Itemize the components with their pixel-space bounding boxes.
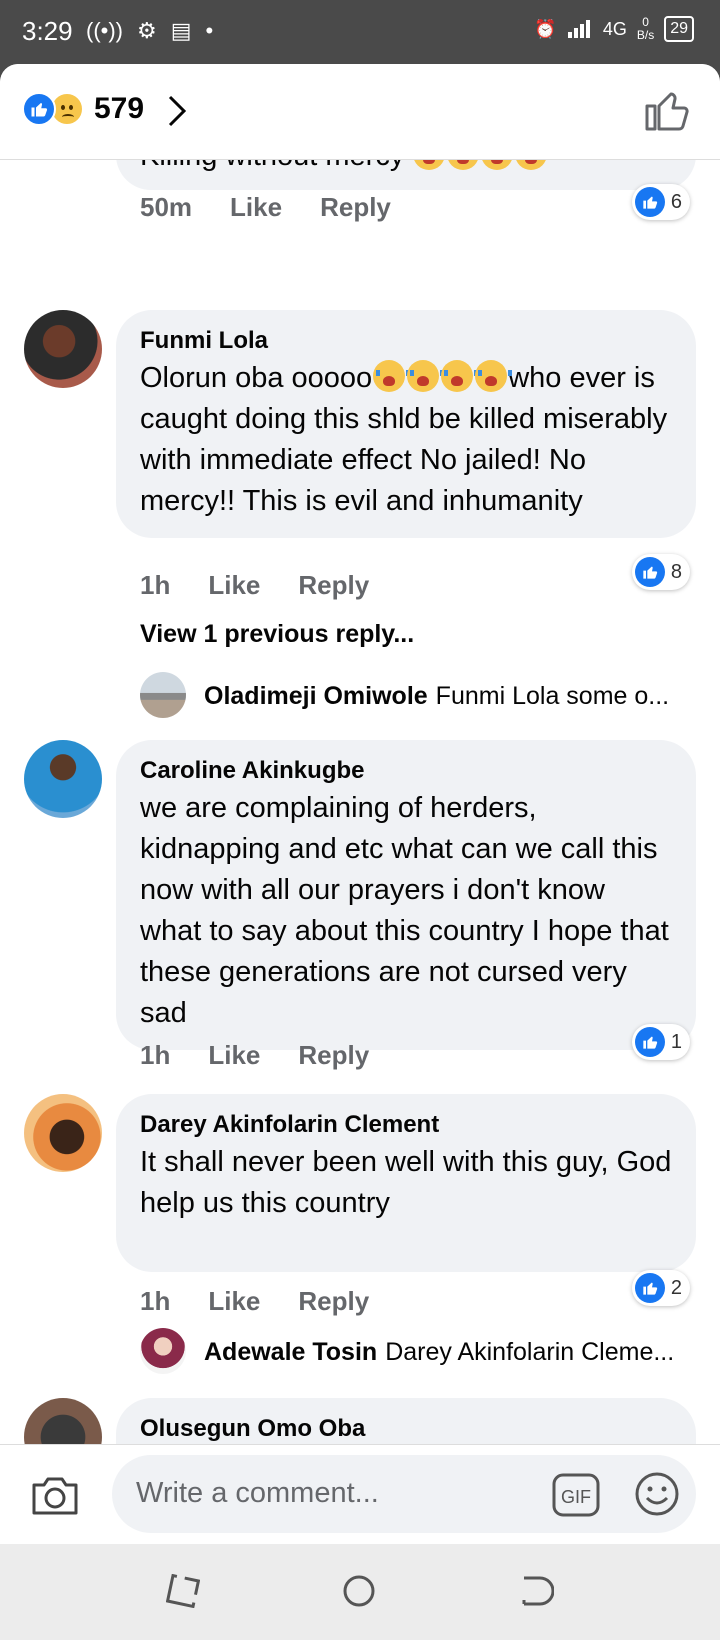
- comment-actions: 1h Like Reply: [140, 570, 369, 601]
- gif-icon[interactable]: GIF: [552, 1473, 600, 1517]
- avatar[interactable]: [24, 310, 102, 388]
- crying-emoji-icon: [413, 160, 446, 170]
- comments-list: Killing without mercy 50m Like Reply 6 F…: [0, 160, 720, 1444]
- comment-bubble: Funmi Lola Olorun oba ooooo who ever is c…: [116, 310, 696, 538]
- crying-emoji-icon: [475, 360, 513, 392]
- reply-author-name: Adewale Tosin: [204, 1338, 378, 1366]
- comment-bubble: Darey Akinfolarin Clement It shall never…: [116, 1094, 696, 1272]
- network-type: 4G: [602, 18, 627, 39]
- like-link[interactable]: Like: [208, 1040, 260, 1071]
- reply-author-name: Oladimeji Omiwole: [204, 682, 428, 710]
- avatar[interactable]: [24, 740, 102, 818]
- comment-time: 1h: [140, 1286, 171, 1316]
- comment-bubble: Caroline Akinkugbe we are complaining of…: [116, 740, 696, 1050]
- comment-time: 50m: [140, 192, 193, 222]
- like-reaction-icon: [634, 1027, 665, 1057]
- like-link[interactable]: Like: [230, 192, 282, 223]
- battery-icon: 29: [664, 16, 694, 42]
- chevron-right-icon[interactable]: [166, 94, 188, 128]
- comment-input[interactable]: Write a comment... GIF: [112, 1455, 696, 1533]
- settings-icon: ⚙: [137, 18, 157, 43]
- emoji-icon[interactable]: [634, 1471, 680, 1517]
- reply-link[interactable]: Reply: [320, 192, 391, 223]
- system-navigation-bar: [0, 1544, 720, 1640]
- reply-text: Darey Akinfolarin Cleme...: [385, 1338, 675, 1366]
- view-previous-replies-link[interactable]: View 1 previous reply...: [140, 620, 414, 649]
- comment-like-count[interactable]: 1: [631, 1024, 690, 1060]
- reply-preview[interactable]: Oladimeji Omiwole Funmi Lola some o...: [204, 682, 684, 711]
- comment-bubble: Olusegun Omo Oba: [116, 1398, 696, 1444]
- avatar[interactable]: [140, 1328, 186, 1374]
- avatar[interactable]: [24, 1094, 102, 1172]
- crying-emoji-icon: [373, 360, 411, 392]
- reply-link[interactable]: Reply: [298, 570, 369, 601]
- commenter-name[interactable]: Caroline Akinkugbe: [140, 754, 672, 788]
- commenter-name[interactable]: Funmi Lola: [140, 324, 672, 358]
- crying-emoji-icon: [447, 160, 480, 170]
- like-link[interactable]: Like: [208, 570, 260, 601]
- status-time: 3:29: [22, 16, 73, 46]
- alarm-icon: ⏰: [534, 18, 557, 39]
- signal-icon: [567, 20, 590, 38]
- dot-icon: •: [205, 18, 214, 43]
- like-reaction-icon: [634, 187, 665, 217]
- comment-text: Killing without mercy: [140, 160, 404, 172]
- recents-icon[interactable]: [166, 1574, 200, 1608]
- crying-emoji-icon: [515, 160, 548, 170]
- comment-actions: 50m Like Reply: [140, 192, 391, 223]
- comment-text: Olorun oba ooooo: [140, 362, 373, 394]
- reply-link[interactable]: Reply: [298, 1286, 369, 1317]
- avatar[interactable]: [140, 672, 186, 718]
- comment-text: we are complaining of herders, kidnappin…: [140, 792, 669, 1029]
- comments-sheet: 579 Killing without mercy 50m Like Reply…: [0, 64, 720, 1544]
- comment-bubble: Killing without mercy: [116, 160, 696, 190]
- comment-time: 1h: [140, 570, 171, 600]
- comment-composer: Write a comment... GIF: [0, 1444, 720, 1544]
- commenter-name[interactable]: Darey Akinfolarin Clement: [140, 1108, 672, 1142]
- home-icon[interactable]: [342, 1574, 376, 1608]
- status-bar: 3:29 ((•)) ⚙ ▤ • ⏰ 4G 0 B/s 29: [0, 0, 720, 64]
- camera-icon[interactable]: [30, 1475, 80, 1517]
- reply-text: Funmi Lola some o...: [435, 682, 670, 710]
- hotspot-icon: ((•)): [86, 18, 124, 43]
- comment-actions: 1h Like Reply: [140, 1040, 369, 1071]
- comment-like-count[interactable]: 2: [631, 1270, 690, 1306]
- comment-input-placeholder: Write a comment...: [136, 1477, 379, 1509]
- comment-actions: 1h Like Reply: [140, 1286, 369, 1317]
- like-reaction-icon: [634, 557, 665, 587]
- comment-like-count[interactable]: 6: [631, 184, 690, 220]
- message-icon: ▤: [170, 18, 192, 43]
- comment-text: It shall never been well with this guy, …: [140, 1146, 672, 1219]
- like-button-icon[interactable]: [644, 88, 690, 132]
- avatar[interactable]: [24, 1398, 102, 1444]
- like-reaction-icon: [634, 1273, 665, 1303]
- net-speed: 0 B/s: [636, 15, 655, 42]
- comment-like-count[interactable]: 8: [631, 554, 690, 590]
- crying-emoji-icon: [407, 360, 445, 392]
- reactions-header: 579: [0, 64, 720, 160]
- back-icon[interactable]: [520, 1574, 554, 1608]
- svg-text:GIF: GIF: [561, 1487, 591, 1507]
- commenter-name[interactable]: Olusegun Omo Oba: [140, 1412, 672, 1444]
- reply-preview[interactable]: Adewale Tosin Darey Akinfolarin Cleme...: [204, 1338, 684, 1367]
- like-link[interactable]: Like: [208, 1286, 260, 1317]
- crying-emoji-icon: [441, 360, 479, 392]
- reply-link[interactable]: Reply: [298, 1040, 369, 1071]
- crying-emoji-icon: [481, 160, 514, 170]
- like-reaction-icon: [22, 92, 56, 126]
- reaction-count[interactable]: 579: [94, 92, 144, 126]
- comment-time: 1h: [140, 1040, 171, 1070]
